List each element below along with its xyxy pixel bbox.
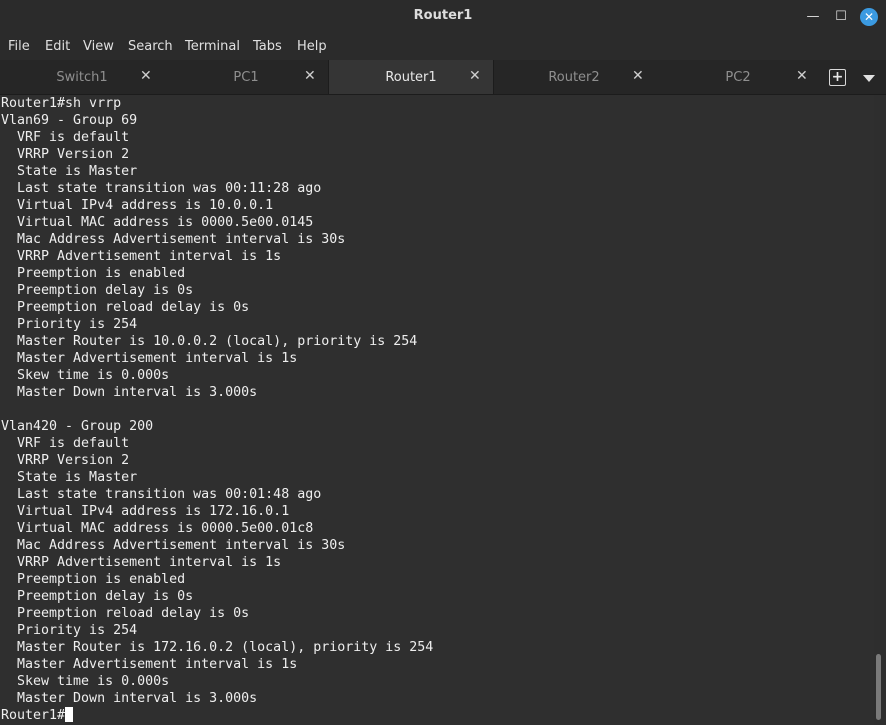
tab-bar: Switch1 ✕ PC1 ✕ Router1 ✕ Router2 ✕ PC2 … — [0, 60, 886, 95]
new-tab-icon[interactable]: + — [829, 69, 846, 86]
tab-pc2[interactable]: PC2 ✕ — [656, 60, 820, 94]
window-title: Router1 — [413, 8, 473, 23]
menu-terminal[interactable]: Terminal — [185, 39, 240, 54]
menu-search[interactable]: Search — [128, 39, 173, 54]
tab-switch1[interactable]: Switch1 ✕ — [0, 60, 164, 94]
terminal-prompt-line[interactable]: Router1# — [0, 707, 874, 724]
minimize-icon[interactable]: — — [804, 8, 822, 26]
close-tab-icon[interactable]: ✕ — [469, 68, 481, 84]
menu-help[interactable]: Help — [297, 39, 327, 54]
text-cursor — [65, 707, 74, 722]
maximize-icon[interactable]: ☐ — [832, 8, 850, 26]
terminal-prompt: Router1# — [1, 708, 66, 723]
menu-view[interactable]: View — [83, 39, 114, 54]
close-tab-icon[interactable]: ✕ — [796, 68, 808, 84]
close-tab-icon[interactable]: ✕ — [632, 68, 644, 84]
terminal-text: Router1#sh vrrp Vlan69 - Group 69 VRF is… — [1, 96, 434, 706]
menu-edit[interactable]: Edit — [45, 39, 70, 54]
tab-pc1[interactable]: PC1 ✕ — [164, 60, 328, 94]
terminal-scrollbar[interactable] — [876, 654, 881, 720]
menu-file[interactable]: File — [8, 39, 30, 54]
tab-menu-icon[interactable] — [863, 75, 875, 82]
close-tab-icon[interactable]: ✕ — [140, 68, 152, 84]
terminal-output[interactable]: Router1#sh vrrp Vlan69 - Group 69 VRF is… — [0, 95, 874, 725]
tab-router1[interactable]: Router1 ✕ — [328, 60, 494, 94]
close-window-icon[interactable]: ✕ — [860, 8, 878, 26]
window-titlebar: Router1 — ☐ ✕ — [0, 0, 886, 33]
close-tab-icon[interactable]: ✕ — [304, 68, 316, 84]
menu-tabs[interactable]: Tabs — [253, 39, 282, 54]
tab-router2[interactable]: Router2 ✕ — [492, 60, 656, 94]
menu-bar: File Edit View Search Terminal Tabs Help — [0, 33, 886, 60]
